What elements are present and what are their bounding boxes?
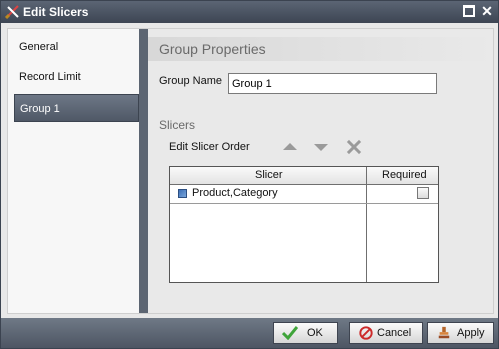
maximize-button[interactable] [462, 4, 476, 18]
sidebar-item-group-1[interactable]: Group 1 [14, 94, 139, 122]
apply-button[interactable]: Apply [427, 322, 494, 344]
sidebar-item-label: Record Limit [19, 71, 81, 83]
sidebar: General Record Limit Group 1 [8, 29, 139, 313]
arrow-up-icon [283, 143, 297, 150]
edit-slicers-dialog: Edit Slicers ✕ General Record Limit Grou… [0, 0, 499, 349]
dialog-footer: OK Cancel Apply [1, 318, 498, 348]
sidebar-item-general[interactable]: General [14, 33, 139, 61]
column-header-slicer[interactable]: Slicer [255, 169, 283, 181]
group-name-label: Group Name [159, 75, 222, 87]
cancel-button[interactable]: Cancel [349, 322, 423, 344]
dialog-content: General Record Limit Group 1 Group Prope… [7, 28, 494, 314]
group-name-input[interactable] [228, 73, 437, 94]
close-button[interactable]: ✕ [480, 4, 494, 18]
slicers-section-label: Slicers [159, 118, 196, 132]
sidebar-item-label: General [19, 41, 59, 53]
edit-slicer-order-label: Edit Slicer Order [169, 141, 250, 153]
move-up-button[interactable] [282, 140, 298, 154]
window-title: Edit Slicers [23, 5, 89, 19]
ok-label: OK [307, 327, 323, 339]
title-bar: Edit Slicers ✕ [1, 1, 498, 23]
arrow-down-icon [314, 144, 328, 151]
slicer-cell: Product,Category [192, 187, 278, 199]
cancel-icon [359, 326, 373, 340]
table-header: Slicer Required [170, 167, 438, 185]
apply-label: Apply [457, 327, 485, 339]
table-row[interactable]: Product,Category [170, 185, 438, 204]
cancel-label: Cancel [377, 327, 412, 339]
slicer-table: Slicer Required Product,Category [169, 166, 439, 283]
column-header-required[interactable]: Required [382, 169, 427, 181]
required-checkbox[interactable] [417, 187, 429, 199]
dimension-icon [178, 189, 187, 198]
slicer-tool-icon [5, 5, 19, 20]
maximize-icon [463, 5, 475, 17]
apply-stamp-icon [438, 326, 450, 339]
sidebar-item-label: Group 1 [20, 103, 60, 115]
delete-slicer-button[interactable] [346, 139, 362, 155]
checkmark-icon [282, 326, 298, 340]
panel-title: Group Properties [159, 41, 266, 57]
move-down-button[interactable] [313, 140, 329, 154]
group-properties-panel: Group Properties Group Name Slicers Edit… [148, 29, 493, 313]
panel-divider [139, 29, 148, 313]
ok-button[interactable]: OK [273, 322, 338, 344]
delete-x-icon [346, 139, 362, 155]
panel-header: Group Properties [148, 37, 493, 61]
sidebar-item-record-limit[interactable]: Record Limit [14, 63, 139, 91]
close-icon: ✕ [481, 3, 493, 19]
